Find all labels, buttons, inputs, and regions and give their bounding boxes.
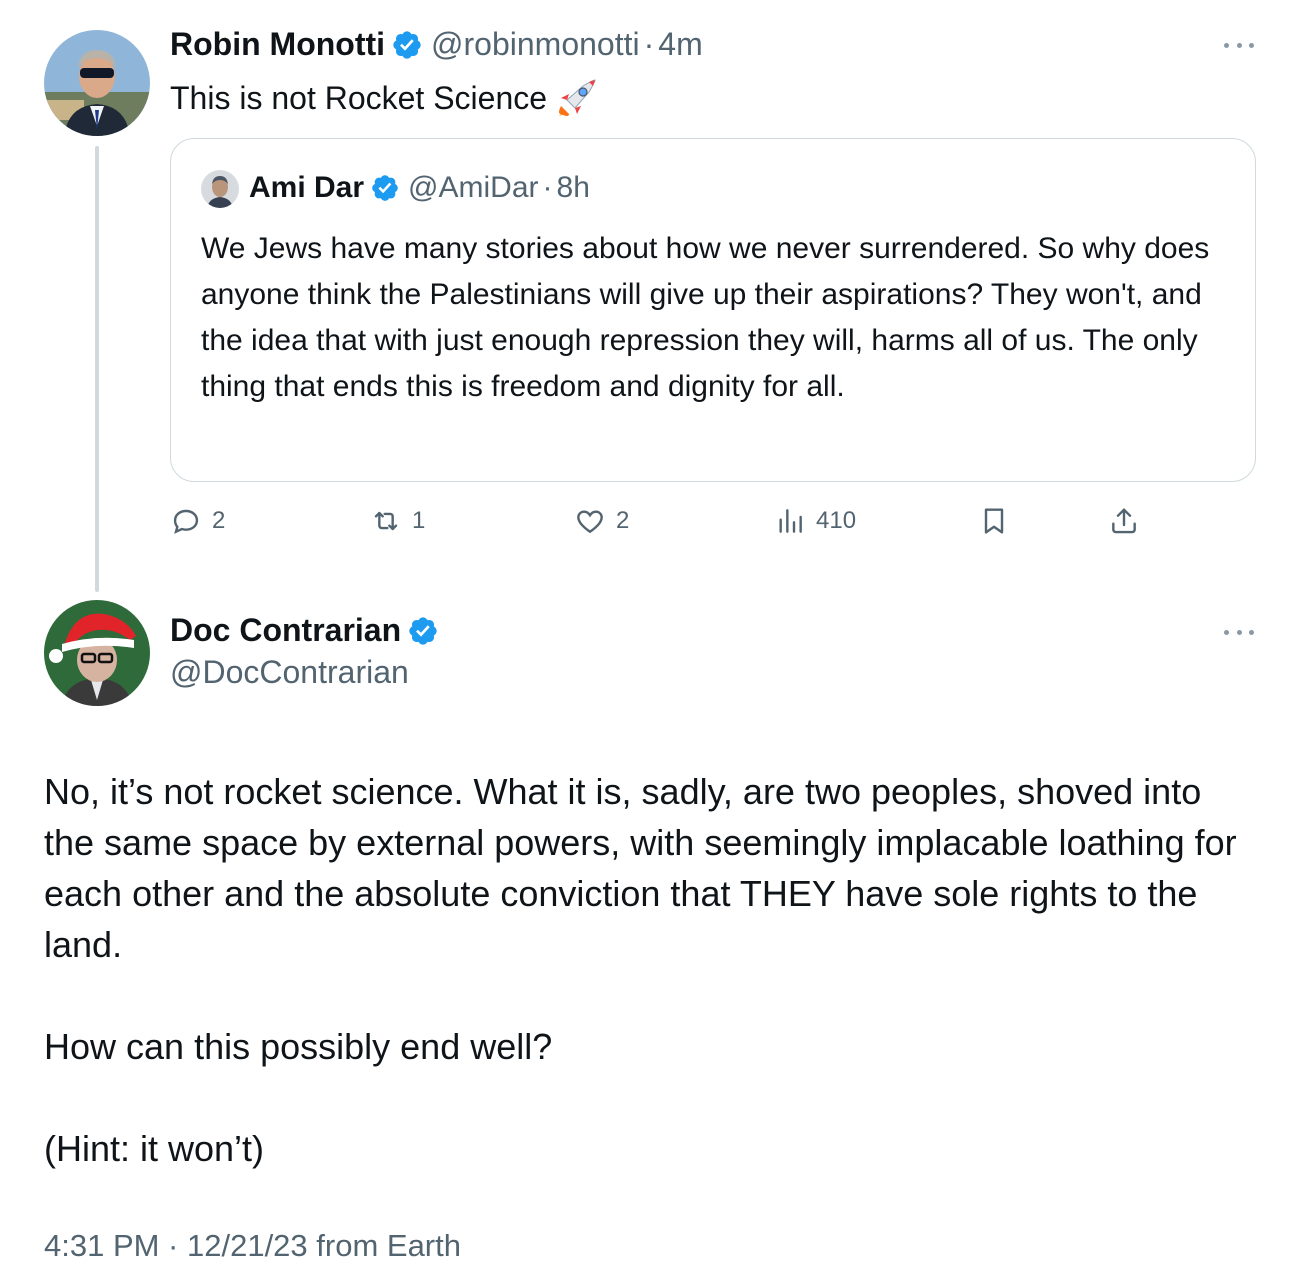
reply-paragraph: How can this possibly end well? [44, 1026, 553, 1067]
retweet-icon [374, 511, 398, 531]
robin-monotti-avatar[interactable] [44, 30, 150, 136]
reply-icon [173, 509, 199, 534]
thread-connector-line [95, 146, 99, 592]
separator-dot: · [542, 171, 553, 204]
tweet-text: This is not Rocket Science [170, 80, 548, 116]
tweet-action-bar: 2 1 2 410 [170, 498, 1170, 544]
separator-dot: · [643, 26, 655, 62]
author-handle[interactable]: @robinmonotti [431, 26, 640, 63]
quoted-tweet-text: We Jews have many stories about how we n… [201, 232, 1210, 403]
reply-author-display-name[interactable]: Doc Contrarian [170, 612, 401, 649]
reply-author-handle[interactable]: @DocContrarian [170, 654, 409, 691]
views-button[interactable]: 410 [774, 498, 856, 544]
like-button[interactable]: 2 [574, 498, 629, 544]
author-display-name[interactable]: Robin Monotti [170, 26, 385, 63]
quoted-tweet-timestamp: 8h [556, 171, 590, 204]
quoted-author-row: Ami Dar @AmiDar · 8h [249, 171, 590, 205]
retweet-button[interactable]: 1 [370, 498, 425, 544]
retweet-count: 1 [412, 507, 426, 534]
heart-icon [577, 510, 603, 534]
more-options-icon[interactable] [1224, 627, 1254, 637]
verified-badge-icon [370, 173, 400, 203]
bookmark-button[interactable] [978, 498, 1010, 544]
share-icon [1112, 508, 1136, 534]
reply-author-row: Doc Contrarian [170, 612, 439, 649]
original-author-row: Robin Monotti @robinmonotti · 4m [170, 26, 703, 63]
verified-badge-icon[interactable] [407, 615, 439, 647]
original-tweet-text: This is not Rocket Science [170, 76, 599, 120]
reply-paragraph: No, it’s not rocket science. What it is,… [44, 771, 1237, 965]
quoted-author-display-name: Ami Dar [249, 171, 365, 204]
verified-badge-icon[interactable] [391, 29, 423, 61]
tweet-timestamp[interactable]: 4m [658, 26, 702, 63]
reply-count: 2 [212, 507, 226, 534]
views-chart-icon [779, 509, 802, 533]
quoted-tweet-card[interactable]: Ami Dar @AmiDar · 8h We Jews have many s… [170, 138, 1256, 482]
share-button[interactable] [1108, 498, 1140, 544]
views-count: 410 [816, 507, 857, 534]
more-options-icon[interactable] [1224, 40, 1254, 50]
rocket-emoji-icon [555, 76, 599, 120]
bookmark-icon [984, 508, 1004, 534]
ami-dar-avatar [201, 170, 239, 208]
tweet-meta-timestamp[interactable]: 4:31 PM · 12/21/23 from Earth [44, 1228, 461, 1264]
reply-button[interactable]: 2 [170, 498, 225, 544]
reply-tweet-text: No, it’s not rocket science. What it is,… [44, 766, 1244, 1174]
reply-paragraph: (Hint: it won’t) [44, 1128, 265, 1169]
quoted-author-handle: @AmiDar [408, 171, 539, 204]
like-count: 2 [616, 507, 630, 534]
doc-contrarian-avatar[interactable] [44, 600, 150, 706]
